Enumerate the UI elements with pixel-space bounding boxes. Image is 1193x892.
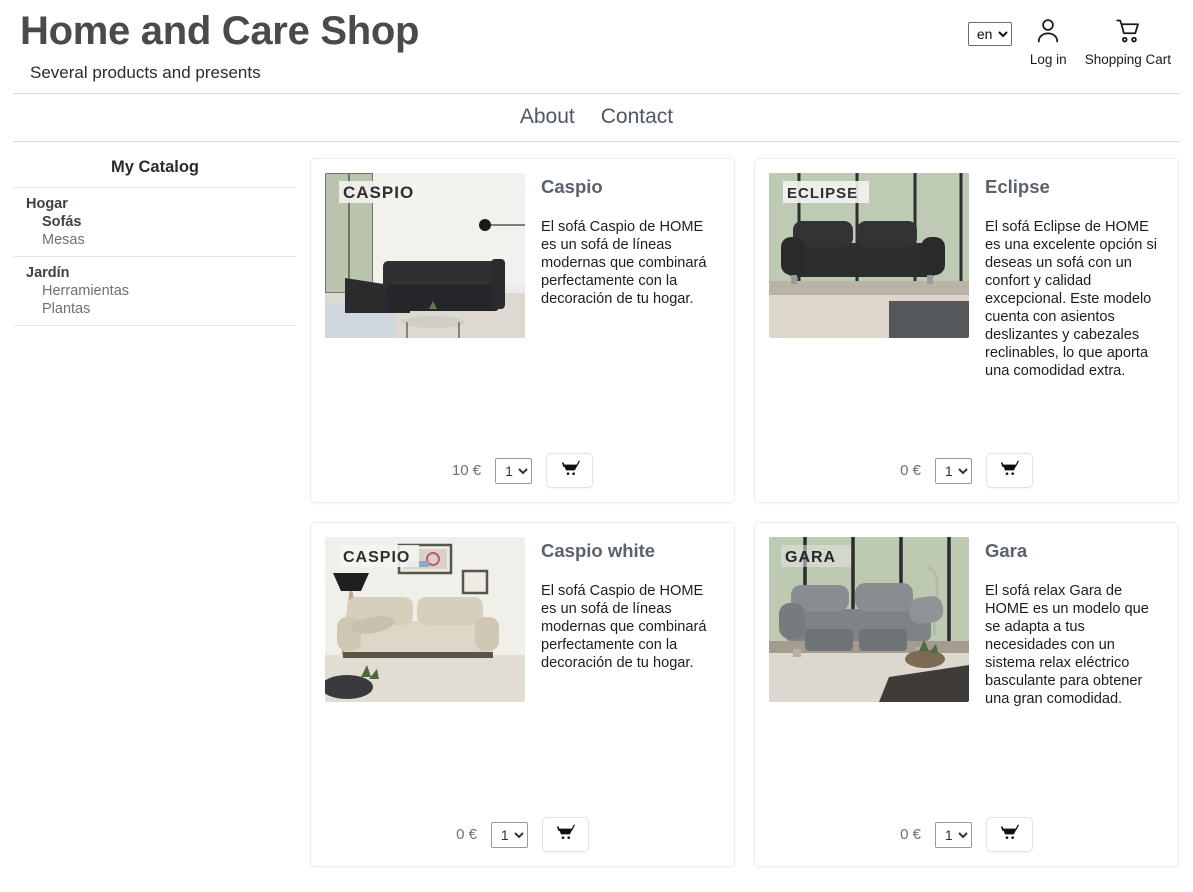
product-footer: 0 € 1 — [769, 443, 1164, 488]
product-text: Caspio El sofá Caspio de HOME es un sofá… — [541, 173, 720, 443]
catalog-title: My Catalog — [110, 158, 199, 176]
page-subtitle: Several products and presents — [30, 63, 261, 82]
product-grid: CASPIO Caspio El sofá Caspio de HOME es … — [296, 142, 1179, 867]
product-title: Caspio white — [541, 540, 656, 561]
svg-text:CASPIO: CASPIO — [343, 549, 410, 566]
nav-item-contact[interactable]: Contact — [601, 105, 673, 129]
product-title: Caspio — [541, 176, 603, 197]
product-card: CASPIO Caspio white El sofá Caspio de HO… — [310, 522, 735, 867]
product-description: El sofá relax Gara de HOME es un modelo … — [985, 583, 1149, 708]
product-price: 0 € — [900, 462, 921, 479]
product-image[interactable]: ECLIPSE — [769, 173, 969, 338]
product-card-body: ECLIPSE Eclipse El sofá Eclipse de HOME … — [769, 173, 1164, 443]
svg-text:GARA: GARA — [785, 549, 836, 566]
catalog-sidebar: My Catalog Hogar Sofás Mesas Jardín Herr… — [14, 142, 296, 326]
product-text: Gara El sofá relax Gara de HOME es un mo… — [985, 537, 1164, 807]
site-header: Home and Care Shop Several products and … — [0, 0, 1193, 83]
page-root: Home and Care Shop Several products and … — [0, 0, 1193, 892]
catalog-group-label[interactable]: Hogar — [14, 195, 296, 213]
product-text: Eclipse El sofá Eclipse de HOME es una e… — [985, 173, 1164, 443]
product-card: ECLIPSE Eclipse El sofá Eclipse de HOME … — [754, 158, 1179, 503]
product-card-body: CASPIO Caspio El sofá Caspio de HOME es … — [325, 173, 720, 443]
add-to-cart-button[interactable] — [541, 817, 589, 852]
product-description: El sofá Eclipse de HOME es una excelente… — [985, 219, 1157, 380]
svg-text:ECLIPSE: ECLIPSE — [787, 185, 858, 202]
catalog-item-sofas[interactable]: Sofás — [14, 213, 296, 231]
shopping-cart-icon — [998, 459, 1020, 482]
nav-item-about[interactable]: About — [520, 105, 575, 129]
quantity-select[interactable]: 1 — [934, 821, 972, 848]
catalog-item-plantas[interactable]: Plantas — [14, 300, 296, 318]
quantity-select[interactable]: 1 — [490, 821, 528, 848]
product-card: CASPIO Caspio El sofá Caspio de HOME es … — [310, 158, 735, 503]
product-text: Caspio white El sofá Caspio de HOME es u… — [541, 537, 720, 807]
shopping-cart-label: Shopping Cart — [1084, 52, 1171, 67]
product-card-body: CASPIO Caspio white El sofá Caspio de HO… — [325, 537, 720, 807]
product-card: GARA Gara El sofá relax Gara de HOME es … — [754, 522, 1179, 867]
shopping-cart-icon — [1113, 16, 1143, 51]
product-footer: 0 € 1 — [325, 807, 720, 852]
product-card-body: GARA Gara El sofá relax Gara de HOME es … — [769, 537, 1164, 807]
product-title: Gara — [985, 540, 1028, 561]
product-description: El sofá Caspio de HOME es un sofá de lín… — [541, 219, 707, 308]
user-icon — [1033, 16, 1063, 51]
product-description: El sofá Caspio de HOME es un sofá de lín… — [541, 583, 707, 672]
catalog-item-mesas[interactable]: Mesas — [14, 231, 296, 249]
product-title: Eclipse — [985, 176, 1050, 197]
svg-text:CASPIO: CASPIO — [343, 183, 414, 202]
product-price: 0 € — [900, 826, 921, 843]
product-footer: 10 € 1 — [325, 443, 720, 488]
language-select[interactable]: en — [967, 22, 1012, 46]
add-to-cart-button[interactable] — [985, 453, 1033, 488]
catalog-group-hogar: Hogar Sofás Mesas — [14, 187, 296, 256]
add-to-cart-button[interactable] — [546, 453, 594, 488]
catalog-item-herramientas[interactable]: Herramientas — [14, 282, 296, 300]
catalog-group-jardin: Jardín Herramientas Plantas — [14, 256, 296, 326]
product-image[interactable]: CASPIO — [325, 537, 525, 702]
brand-block: Home and Care Shop Several products and … — [14, 8, 419, 83]
page-title: Home and Care Shop — [20, 9, 420, 53]
shopping-cart-icon — [559, 459, 581, 482]
quantity-select[interactable]: 1 — [934, 457, 972, 484]
login-link[interactable]: Log in — [1030, 16, 1067, 68]
catalog-group-label[interactable]: Jardín — [14, 264, 296, 282]
shopping-cart-icon — [554, 823, 576, 846]
product-image[interactable]: CASPIO — [325, 173, 525, 338]
add-to-cart-button[interactable] — [985, 817, 1033, 852]
header-tools: en Log in Shopping Cart — [967, 8, 1179, 68]
product-footer: 0 € 1 — [769, 807, 1164, 852]
main-nav: About Contact — [0, 94, 1193, 141]
shopping-cart-link[interactable]: Shopping Cart — [1085, 16, 1171, 68]
shopping-cart-icon — [998, 823, 1020, 846]
product-price: 0 € — [456, 826, 477, 843]
product-price: 10 € — [451, 462, 482, 479]
content-area: My Catalog Hogar Sofás Mesas Jardín Herr… — [0, 142, 1193, 867]
login-label: Log in — [1029, 52, 1067, 67]
quantity-select[interactable]: 1 — [495, 457, 533, 484]
product-image[interactable]: GARA — [769, 537, 969, 702]
